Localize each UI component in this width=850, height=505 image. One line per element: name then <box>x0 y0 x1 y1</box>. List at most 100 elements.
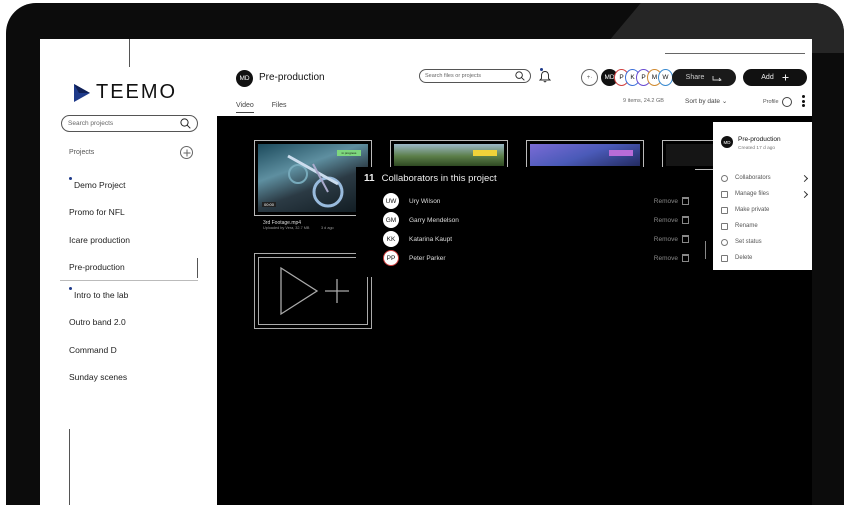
header-divider <box>665 53 805 54</box>
video-upload-info: Uploaded by Vera, 32.7 MB <box>263 226 310 230</box>
add-video-tile[interactable] <box>254 253 372 329</box>
project-search-input[interactable]: Search projects <box>61 115 198 132</box>
status-badge: in progress <box>337 150 361 156</box>
remove-collaborator-button[interactable]: Remove <box>654 217 678 224</box>
collaborator-avatars[interactable]: MD P K P M W <box>601 69 673 86</box>
share-button[interactable]: Share <box>672 69 736 86</box>
remove-collaborator-button[interactable]: Remove <box>654 255 678 262</box>
bell-icon[interactable] <box>539 70 551 83</box>
collaborator-name: Garry Mendelson <box>409 216 459 224</box>
people-icon <box>721 174 728 182</box>
profile-icon <box>781 97 792 107</box>
files-search-input[interactable]: Search files or projects <box>419 69 531 83</box>
menu-item-collaborators[interactable]: Collaborators <box>721 170 809 186</box>
menu-item-label: Delete <box>735 255 753 261</box>
sidebar-item-promo-for-nfl[interactable]: Promo for NFL <box>69 199 209 227</box>
video-thumbnail[interactable]: in progress 00:00 <box>254 140 372 216</box>
sidebar-item-sunday-scenes[interactable]: Sunday scenes <box>69 364 209 392</box>
more-options-icon[interactable] <box>802 95 805 107</box>
share-arrow-icon <box>712 75 723 81</box>
search-icon[interactable] <box>515 71 525 81</box>
storage-meta: 9 items, 24.2 GB <box>623 98 664 104</box>
menu-item-delete[interactable]: Delete <box>721 250 807 266</box>
search-icon[interactable] <box>180 118 191 129</box>
project-avatar: MD <box>721 136 733 148</box>
profile-label: Profile <box>763 99 779 105</box>
avatar: UW <box>383 193 399 209</box>
video-age: 3 d ago <box>321 226 334 230</box>
sidebar-item-command-d[interactable]: Command D <box>69 336 209 364</box>
collaborator-row: UW Ury Wilson Remove <box>383 193 689 209</box>
collaborators-panel-title: Collaborators in this project <box>381 173 497 184</box>
laptop-frame: TEEMO Search projects Projects Demo Proj… <box>0 0 850 505</box>
unread-dot <box>69 287 72 290</box>
avatar: GM <box>383 212 399 228</box>
collaborators-panel: 11 Collaborators in this project UW Ury … <box>356 167 706 277</box>
add-project-icon[interactable] <box>180 146 193 159</box>
collaborator-name: Katarina Kaupt <box>409 235 453 243</box>
status-badge <box>473 150 497 156</box>
trash-icon[interactable] <box>682 216 689 224</box>
remove-collaborator-button[interactable]: Remove <box>654 198 678 205</box>
collaborators-scrollbar[interactable] <box>705 241 706 259</box>
brand-logo[interactable]: TEEMO <box>74 81 177 104</box>
status-badge <box>609 150 633 156</box>
menu-item-label: Make private <box>735 207 770 213</box>
sidebar-item-label: Intro to the lab <box>74 289 129 300</box>
tab-video[interactable]: Video <box>236 102 254 113</box>
sidebar-item-outro-band[interactable]: Outro band 2.0 <box>69 309 209 337</box>
remove-collaborator-button[interactable]: Remove <box>654 236 678 243</box>
sidebar-item-intro-to-the-lab[interactable]: Intro to the lab <box>69 281 209 309</box>
menu-item-rename[interactable]: Rename <box>721 218 807 234</box>
content-tabs: Video Files <box>236 102 287 113</box>
tab-files[interactable]: Files <box>272 102 287 113</box>
menu-item-manage-files[interactable]: Manage files <box>721 186 809 202</box>
menu-title: Pre-production <box>738 136 781 143</box>
collaborator-avatar[interactable]: W <box>658 69 673 86</box>
add-label: Add <box>761 74 774 81</box>
sidebar-item-pre-production[interactable]: Pre-production <box>60 254 209 282</box>
sidebar-divider-bottom <box>69 429 70 505</box>
trash-icon <box>721 254 728 262</box>
collaborator-row: KK Katarina Kaupt Remove <box>383 231 689 247</box>
trash-icon[interactable] <box>682 235 689 243</box>
sidebar-item-label: Pre-production <box>69 262 125 273</box>
main-panel: MD Pre-production Video Files Search fil… <box>217 39 812 505</box>
sidebar-item-demo-project[interactable]: Demo Project <box>69 171 209 199</box>
menu-item-make-private[interactable]: Make private <box>721 202 807 218</box>
menu-item-label: Rename <box>735 223 758 229</box>
sort-dropdown[interactable]: Sort by date ⌄ <box>685 97 727 105</box>
profile-button[interactable]: Profile <box>763 97 792 107</box>
share-label: Share <box>685 74 705 81</box>
sidebar-item-label: Demo Project <box>74 179 126 190</box>
chevron-right-icon <box>800 174 809 182</box>
video-thumbnail[interactable] <box>526 140 644 170</box>
app-screen: TEEMO Search projects Projects Demo Proj… <box>40 39 812 505</box>
lock-file-icon <box>721 206 728 214</box>
sidebar-item-icare-production[interactable]: Icare production <box>69 226 209 254</box>
chevron-right-icon <box>800 190 809 198</box>
menu-pointer <box>798 110 810 116</box>
files-search-placeholder: Search files or projects <box>425 73 481 79</box>
collaborator-row: GM Garry Mendelson Remove <box>383 212 689 228</box>
project-avatar: MD <box>236 70 253 87</box>
video-preview-image <box>666 144 719 166</box>
add-button[interactable]: Add <box>743 69 807 86</box>
sidebar-item-label: Command D <box>69 344 117 355</box>
sidebar: TEEMO Search projects Projects Demo Proj… <box>40 39 217 505</box>
menu-subtitle: Created 17 d ago <box>738 146 776 151</box>
add-user-button[interactable]: +· <box>581 69 598 86</box>
projects-label: Projects <box>69 149 95 156</box>
play-plus-icon <box>280 266 349 316</box>
trash-icon[interactable] <box>682 197 689 205</box>
collaborator-row: PP Peter Parker Remove <box>383 250 689 266</box>
menu-header: MD Pre-production Created 17 d ago <box>721 136 781 151</box>
menu-item-set-status[interactable]: Set status <box>721 234 807 250</box>
chevron-down-icon: ⌄ <box>721 98 728 105</box>
video-thumbnail[interactable] <box>390 140 508 170</box>
project-context-menu: MD Pre-production Created 17 d ago Colla… <box>713 122 812 270</box>
menu-item-label: Manage files <box>735 191 770 197</box>
trash-icon[interactable] <box>682 254 689 262</box>
plus-icon <box>782 74 789 81</box>
pencil-icon <box>721 222 728 230</box>
